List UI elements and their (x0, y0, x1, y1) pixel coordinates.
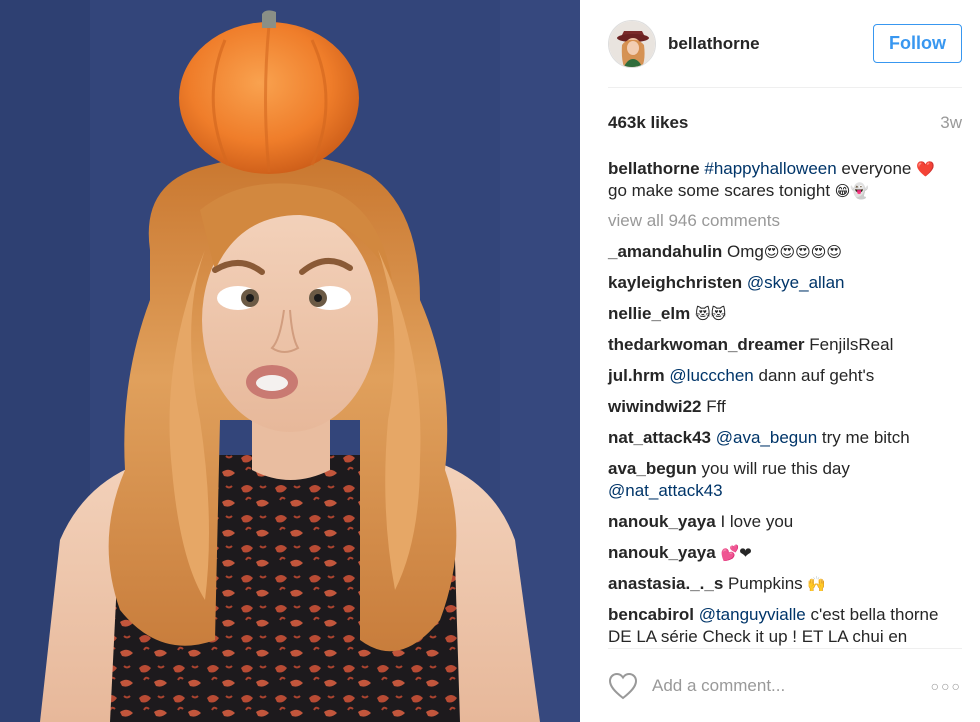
comment-text: Omg (722, 242, 764, 261)
post-footer: Add a comment... ○○○ (608, 648, 962, 722)
instagram-post: bellathorne Follow 463k likes 3w bellath… (0, 0, 980, 722)
comment-item: kayleighchristen @skye_allan (608, 272, 962, 294)
post-age[interactable]: 3w (940, 113, 962, 133)
avatar-image (609, 20, 655, 67)
comment-username[interactable]: wiwindwi22 (608, 397, 702, 416)
comment-item: thedarkwoman_dreamer FenjilsReal (608, 334, 962, 356)
comment-item: nat_attack43 @ava_begun try me bitch (608, 427, 962, 449)
heart-icon[interactable] (608, 672, 638, 700)
comment-mention[interactable]: @skye_allan (747, 273, 845, 292)
comment-text: I love you (715, 512, 794, 531)
comment-emoji: 😍😍😍😍😍 (763, 243, 843, 261)
post-stats: 463k likes 3w (608, 88, 962, 158)
likes-count[interactable]: 463k likes (608, 113, 688, 133)
comment-username[interactable]: bencabirol (608, 605, 694, 624)
comment-username[interactable]: nat_attack43 (608, 428, 711, 447)
more-options-icon[interactable]: ○○○ (931, 678, 962, 694)
post-header: bellathorne Follow (608, 0, 962, 88)
comment-text: Fff (701, 397, 726, 416)
post-photo[interactable] (0, 0, 580, 722)
caption-emoji-2: 😁👻 (834, 182, 870, 200)
comment-item: anastasia._._s Pumpkins 🙌 (608, 573, 962, 595)
post-details-panel: bellathorne Follow 463k likes 3w bellath… (580, 0, 980, 722)
comment-item: bencabirol @tanguyvialle c'est bella tho… (608, 604, 962, 648)
comment-item: nanouk_yaya 💕❤ (608, 542, 962, 564)
caption-username[interactable]: bellathorne (608, 159, 700, 178)
view-all-comments-link[interactable]: view all 946 comments (608, 210, 962, 232)
follow-button[interactable]: Follow (873, 24, 962, 63)
caption-emoji-heart: ❤️ (916, 160, 935, 178)
comment-item: ava_begun you will rue this day @nat_att… (608, 458, 962, 502)
comment-emoji: 😻😻 (694, 305, 727, 323)
avatar[interactable] (608, 19, 656, 68)
caption-text-1: everyone (836, 159, 917, 178)
comment-username[interactable]: kayleighchristen (608, 273, 742, 292)
comment-username[interactable]: jul.hrm (608, 366, 665, 385)
caption-hashtag[interactable]: #happyhalloween (704, 159, 836, 178)
comment-item: nellie_elm 😻😻 (608, 303, 962, 325)
comment-username[interactable]: nanouk_yaya (608, 512, 716, 531)
caption-text-2: go make some scares tonight (608, 181, 835, 200)
comment-item: _amandahulin Omg😍😍😍😍😍 (608, 241, 962, 263)
comment-item: jul.hrm @luccchen dann auf geht's (608, 365, 962, 387)
comment-mention[interactable]: @luccchen (669, 366, 753, 385)
comment-username[interactable]: _amandahulin (608, 242, 722, 261)
comment-mention[interactable]: @tanguyvialle (699, 605, 806, 624)
comments-section: bellathorne #happyhalloween everyone ❤️ … (608, 158, 962, 648)
comment-text: FenjilsReal (804, 335, 894, 354)
comment-username[interactable]: anastasia._._s (608, 574, 723, 593)
comment-item: nanouk_yaya I love you (608, 511, 962, 533)
comment-text: try me bitch (817, 428, 910, 447)
comment-username[interactable]: nellie_elm (608, 304, 690, 323)
comment-username[interactable]: ava_begun (608, 459, 697, 478)
add-comment-input[interactable]: Add a comment... (652, 676, 931, 696)
comment-text: dann auf geht's (753, 366, 875, 385)
post-photo-illustration (0, 0, 580, 722)
post-author-username[interactable]: bellathorne (668, 34, 873, 54)
comment-emoji: 💕❤ (720, 544, 752, 562)
comment-username[interactable]: thedarkwoman_dreamer (608, 335, 805, 354)
comment-username[interactable]: nanouk_yaya (608, 543, 716, 562)
comment-text: you will rue this day (696, 459, 850, 478)
comment-mention[interactable]: @nat_attack43 (608, 481, 723, 500)
comment-emoji: 🙌 (807, 575, 827, 593)
comment-item: wiwindwi22 Fff (608, 396, 962, 418)
post-caption: bellathorne #happyhalloween everyone ❤️ … (608, 158, 962, 202)
comment-text: Pumpkins (723, 574, 808, 593)
comment-mention[interactable]: @ava_begun (716, 428, 817, 447)
comment-list: _amandahulin Omg😍😍😍😍😍 kayleighchristen @s… (608, 241, 962, 648)
